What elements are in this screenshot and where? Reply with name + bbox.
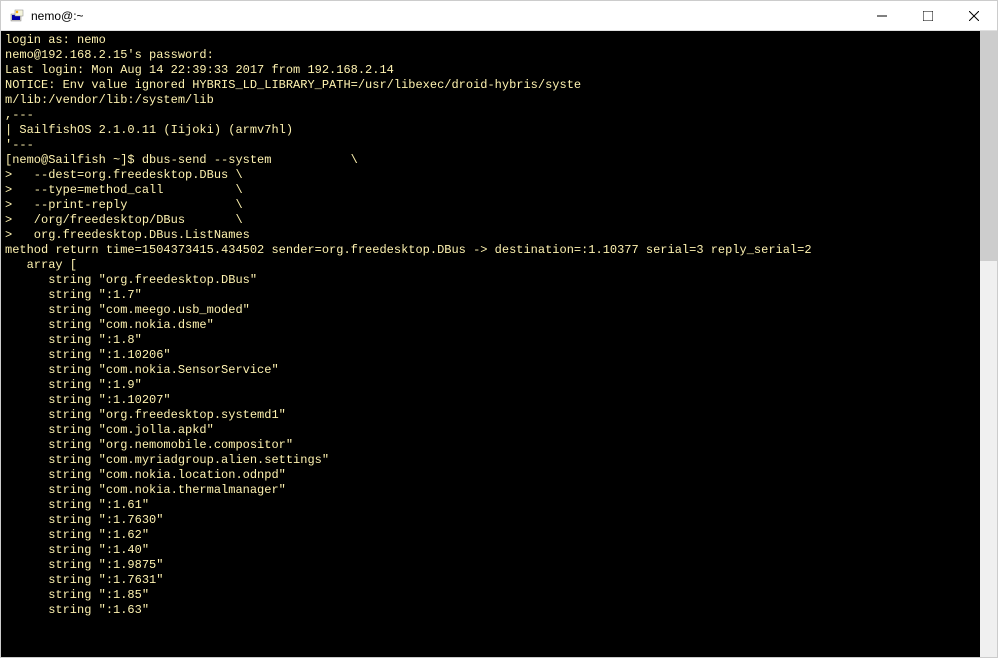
terminal-line: string "com.nokia.location.odnpd" <box>5 468 976 483</box>
terminal-line: string ":1.7631" <box>5 573 976 588</box>
terminal-line: string "com.nokia.thermalmanager" <box>5 483 976 498</box>
terminal-line: string ":1.10207" <box>5 393 976 408</box>
terminal-line: string ":1.85" <box>5 588 976 603</box>
terminal-line: string "org.freedesktop.systemd1" <box>5 408 976 423</box>
terminal-line: method return time=1504373415.434502 sen… <box>5 243 976 258</box>
window-controls <box>859 1 997 30</box>
close-button[interactable] <box>951 1 997 30</box>
terminal-line: nemo@192.168.2.15's password: <box>5 48 976 63</box>
putty-window: nemo@:~ login as: nemonemo@192.168.2.15'… <box>0 0 998 658</box>
terminal-line: m/lib:/vendor/lib:/system/lib <box>5 93 976 108</box>
terminal-line: [nemo@Sailfish ~]$ dbus-send --system \ <box>5 153 976 168</box>
content-area: login as: nemonemo@192.168.2.15's passwo… <box>1 31 997 657</box>
terminal-line: string ":1.40" <box>5 543 976 558</box>
terminal-line: string ":1.8" <box>5 333 976 348</box>
minimize-button[interactable] <box>859 1 905 30</box>
putty-icon <box>9 8 25 24</box>
terminal-line: > --print-reply \ <box>5 198 976 213</box>
terminal-line: login as: nemo <box>5 33 976 48</box>
terminal-line: string ":1.62" <box>5 528 976 543</box>
terminal-line: > --type=method_call \ <box>5 183 976 198</box>
terminal-line: string ":1.9" <box>5 378 976 393</box>
terminal-line: > /org/freedesktop/DBus \ <box>5 213 976 228</box>
terminal-line: string ":1.9875" <box>5 558 976 573</box>
terminal-line: string "com.nokia.dsme" <box>5 318 976 333</box>
terminal-line: string "org.freedesktop.DBus" <box>5 273 976 288</box>
terminal-line: | SailfishOS 2.1.0.11 (Iijoki) (armv7hl) <box>5 123 976 138</box>
terminal-line: string "org.nemomobile.compositor" <box>5 438 976 453</box>
terminal-line: string ":1.7630" <box>5 513 976 528</box>
terminal-line: ,--- <box>5 108 976 123</box>
terminal-line: > --dest=org.freedesktop.DBus \ <box>5 168 976 183</box>
terminal-line: '--- <box>5 138 976 153</box>
terminal-line: string ":1.7" <box>5 288 976 303</box>
terminal-line: Last login: Mon Aug 14 22:39:33 2017 fro… <box>5 63 976 78</box>
terminal-output[interactable]: login as: nemonemo@192.168.2.15's passwo… <box>1 31 980 657</box>
terminal-line: string ":1.10206" <box>5 348 976 363</box>
terminal-line: string ":1.61" <box>5 498 976 513</box>
window-title: nemo@:~ <box>31 9 859 23</box>
terminal-line: array [ <box>5 258 976 273</box>
vertical-scrollbar[interactable] <box>980 31 997 657</box>
titlebar[interactable]: nemo@:~ <box>1 1 997 31</box>
maximize-button[interactable] <box>905 1 951 30</box>
terminal-line: string "com.myriadgroup.alien.settings" <box>5 453 976 468</box>
terminal-line: NOTICE: Env value ignored HYBRIS_LD_LIBR… <box>5 78 976 93</box>
scrollbar-thumb[interactable] <box>980 31 997 261</box>
terminal-line: string "com.jolla.apkd" <box>5 423 976 438</box>
terminal-line: string ":1.63" <box>5 603 976 618</box>
terminal-line: string "com.nokia.SensorService" <box>5 363 976 378</box>
terminal-line: > org.freedesktop.DBus.ListNames <box>5 228 976 243</box>
terminal-line: string "com.meego.usb_moded" <box>5 303 976 318</box>
